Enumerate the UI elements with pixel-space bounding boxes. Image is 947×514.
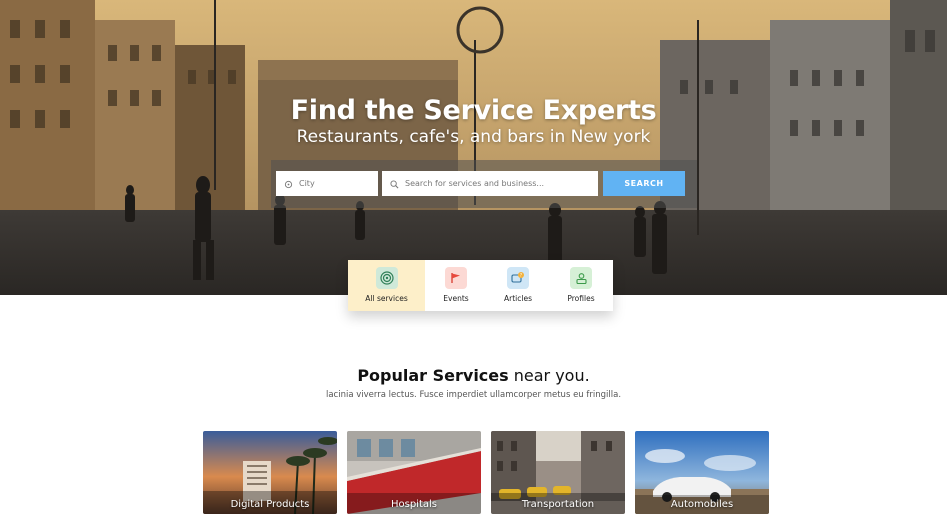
flag-icon (445, 267, 467, 289)
popular-services-heading: Popular Services near you. (0, 366, 947, 385)
city-field[interactable] (276, 171, 378, 196)
tab-all-services[interactable]: All services (348, 260, 425, 311)
tab-label: All services (365, 294, 408, 303)
service-search-field[interactable] (382, 171, 598, 196)
search-icon (390, 174, 399, 193)
card-label: Automobiles (670, 499, 734, 510)
service-search-input[interactable] (405, 179, 598, 188)
category-tabs: All services Events ? Articles Profiles (348, 260, 613, 311)
service-card-transportation[interactable]: Transportation (491, 431, 625, 514)
target-icon (375, 267, 398, 289)
tab-articles[interactable]: ? Articles (487, 260, 549, 311)
service-card-hospitals[interactable]: Hospitals (347, 431, 481, 514)
hero-title: Find the Service Experts (290, 95, 657, 126)
city-input[interactable] (299, 179, 378, 188)
tab-events[interactable]: Events (425, 260, 487, 311)
search-button[interactable]: SEARCH (603, 171, 685, 196)
profile-icon (570, 267, 592, 289)
hero-subtitle: Restaurants, cafe's, and bars in New yor… (296, 127, 651, 147)
chat-question-icon: ? (507, 267, 529, 289)
card-label: Transportation (521, 499, 595, 510)
popular-services-description: lacinia viverra lectus. Fusce imperdiet … (325, 390, 622, 400)
hero-background-image (0, 0, 947, 295)
location-icon (284, 174, 293, 193)
card-label: Digital Products (230, 499, 310, 510)
service-card-automobiles[interactable]: Automobiles (635, 431, 769, 514)
tab-profiles[interactable]: Profiles (549, 260, 613, 311)
heading-rest: near you. (508, 366, 590, 385)
tab-label: Profiles (567, 294, 595, 303)
tab-label: Articles (504, 294, 532, 303)
service-card-digital-products[interactable]: Digital Products (203, 431, 337, 514)
tab-label: Events (443, 294, 469, 303)
heading-bold: Popular Services (357, 366, 509, 385)
hero-banner: Find the Service Experts Restaurants, ca… (0, 0, 947, 295)
card-label: Hospitals (390, 499, 437, 510)
